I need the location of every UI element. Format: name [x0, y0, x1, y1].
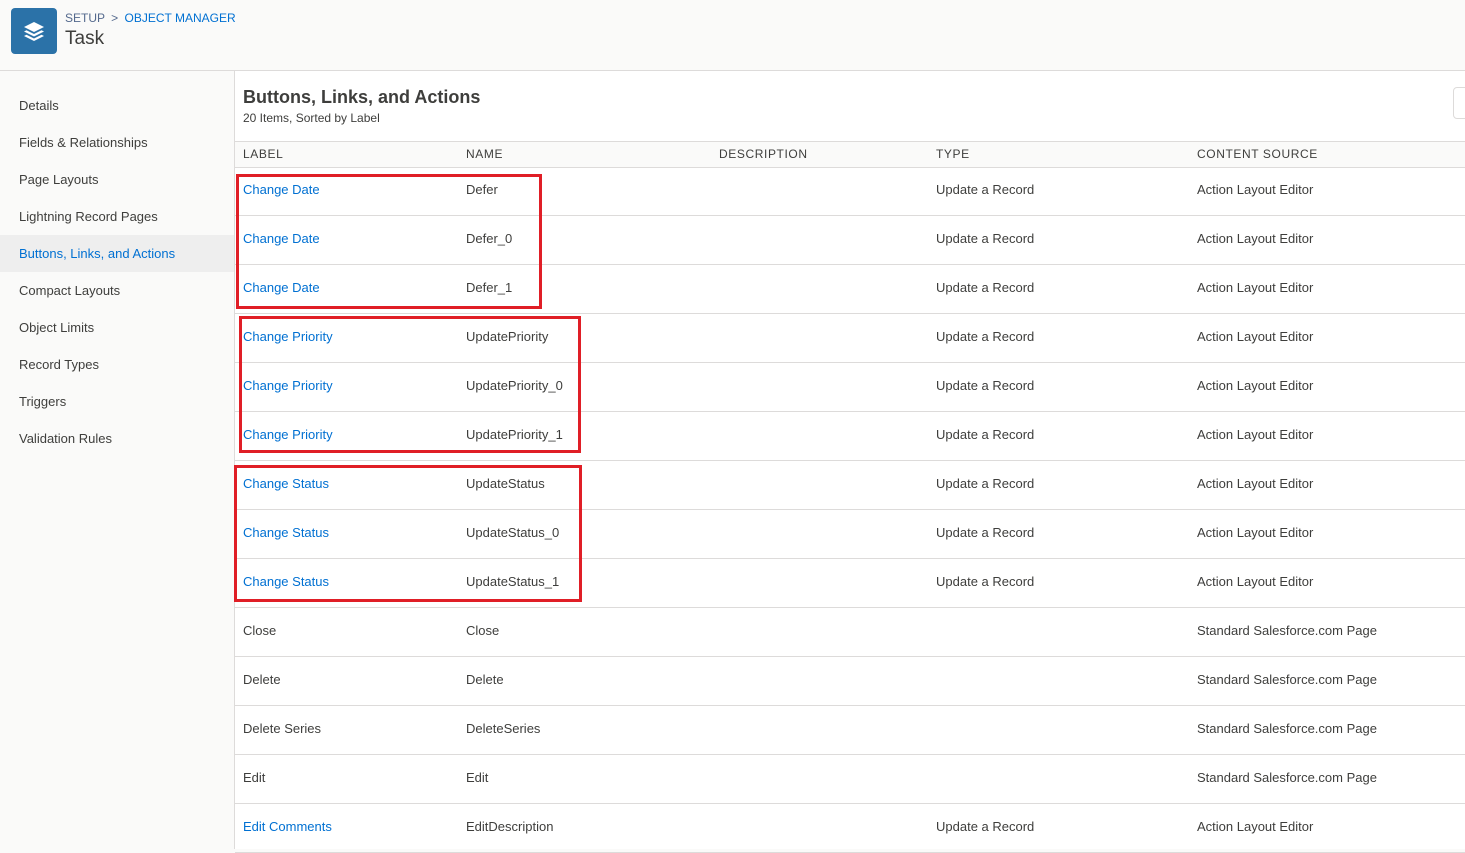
sidebar-item-object-limits[interactable]: Object Limits — [0, 309, 234, 346]
row-label-link[interactable]: Change Status — [243, 460, 329, 508]
row-cell-name: UpdatePriority — [466, 329, 549, 344]
sidebar-item-fields-relationships[interactable]: Fields & Relationships — [0, 124, 234, 161]
row-cell-source: Action Layout Editor — [1197, 574, 1314, 589]
row-cell-source: Action Layout Editor — [1197, 378, 1314, 393]
table-row: Close Close Standard Salesforce.com Page — [235, 607, 1465, 657]
row-cell-name: UpdateStatus_1 — [466, 574, 560, 589]
row-cell-source: Standard Salesforce.com Page — [1197, 623, 1377, 638]
sidebar-item-triggers[interactable]: Triggers — [0, 383, 234, 420]
sidebar-item-page-layouts[interactable]: Page Layouts — [0, 161, 234, 198]
sidebar-item-record-types[interactable]: Record Types — [0, 346, 234, 383]
row-cell-label: Delete — [243, 672, 281, 687]
row-cell-name: UpdatePriority_0 — [466, 378, 563, 393]
column-header-content-source[interactable]: CONTENT SOURCE — [1197, 142, 1318, 167]
row-cell-name: UpdateStatus_0 — [466, 525, 560, 540]
table-row: Change Status UpdateStatus_1 Update a Reco… — [235, 558, 1465, 608]
row-cell-name: Close — [466, 623, 500, 638]
main-content: Buttons, Links, and Actions 20 Items, So… — [234, 71, 1465, 853]
page-title: Task — [65, 28, 105, 49]
table-row: Change Date Defer_1 Update a Record Action … — [235, 264, 1465, 314]
row-cell-type: Update a Record — [936, 525, 1035, 540]
row-cell-type: Update a Record — [936, 280, 1035, 295]
row-cell-name: Defer_1 — [466, 280, 513, 295]
row-cell-type: Update a Record — [936, 378, 1035, 393]
row-cell-source: Action Layout Editor — [1197, 819, 1314, 834]
row-cell-source: Action Layout Editor — [1197, 182, 1314, 197]
row-cell-type: Update a Record — [936, 182, 1035, 197]
row-cell-name: EditDescription — [466, 819, 554, 834]
sidebar-item-validation-rules[interactable]: Validation Rules — [0, 420, 234, 457]
row-label-link[interactable]: Change Priority — [243, 313, 333, 361]
row-label-link[interactable]: Change Status — [243, 558, 329, 606]
breadcrumb-object-manager-link[interactable]: OBJECT MANAGER — [125, 11, 236, 25]
table-row: Delete Series DeleteSeries Standard Salesf… — [235, 705, 1465, 755]
layers-icon — [11, 8, 57, 54]
row-cell-type: Update a Record — [936, 574, 1035, 589]
row-cell-type: Update a Record — [936, 427, 1035, 442]
sidebar-item-details[interactable]: Details — [0, 87, 234, 124]
table-row: Change Priority UpdatePriority_0 Update a … — [235, 362, 1465, 412]
column-header-label[interactable]: LABEL — [243, 142, 283, 167]
row-cell-name: DeleteSeries — [466, 721, 541, 736]
row-cell-source: Standard Salesforce.com Page — [1197, 721, 1377, 736]
sidebar: Details Fields & Relationships Page Layout… — [0, 71, 235, 849]
row-cell-source: Action Layout Editor — [1197, 280, 1314, 295]
table-row: Change Status UpdateStatus_0 Update a Reco… — [235, 509, 1465, 559]
row-cell-source: Action Layout Editor — [1197, 476, 1314, 491]
row-cell-source: Standard Salesforce.com Page — [1197, 672, 1377, 687]
row-cell-label: Delete Series — [243, 721, 322, 736]
row-cell-name: Edit — [466, 770, 489, 785]
row-label-link[interactable]: Change Priority — [243, 362, 333, 410]
table-row: Change Priority UpdatePriority Update a Re… — [235, 313, 1465, 363]
row-cell-name: Defer_0 — [466, 231, 513, 246]
item-count: 20 Items, Sorted by Label — [243, 111, 380, 125]
quick-find-input[interactable] — [1453, 87, 1465, 119]
table-row: Edit Edit Standard Salesforce.com Page — [235, 754, 1465, 804]
row-cell-name: UpdatePriority_1 — [466, 427, 563, 442]
table-row: Change Status UpdateStatus Update a Record… — [235, 460, 1465, 510]
row-cell-type: Update a Record — [936, 819, 1035, 834]
row-label-link[interactable]: Edit Comments — [243, 803, 332, 851]
row-cell-type: Update a Record — [936, 231, 1035, 246]
breadcrumb: SETUP > OBJECT MANAGER — [65, 11, 236, 25]
page-header: SETUP > OBJECT MANAGER Task — [0, 0, 1465, 71]
table-row: Delete Delete Standard Salesforce.com Page — [235, 656, 1465, 706]
row-cell-label: Edit — [243, 770, 266, 785]
column-header-type[interactable]: TYPE — [936, 142, 970, 167]
row-cell-source: Action Layout Editor — [1197, 329, 1314, 344]
row-cell-source: Standard Salesforce.com Page — [1197, 770, 1377, 785]
table-header: LABEL NAME DESCRIPTION TYPE CONTENT SOUR… — [235, 141, 1465, 168]
row-cell-label: Close — [243, 623, 277, 638]
section-title: Buttons, Links, and Actions — [243, 87, 481, 107]
table-row: Change Date Defer_0 Update a Record Action … — [235, 215, 1465, 265]
row-label-link[interactable]: Change Date — [243, 215, 320, 263]
row-cell-name: UpdateStatus — [466, 476, 545, 491]
table-row: Change Priority UpdatePriority_1 Update a … — [235, 411, 1465, 461]
row-cell-type: Update a Record — [936, 329, 1035, 344]
row-cell-name: Defer — [466, 182, 498, 197]
column-header-name[interactable]: NAME — [466, 142, 503, 167]
row-cell-source: Action Layout Editor — [1197, 427, 1314, 442]
table-row: Change Date Defer Update a Record Action La… — [235, 166, 1465, 216]
breadcrumb-setup: SETUP — [65, 11, 105, 25]
row-label-link[interactable]: Change Status — [243, 509, 329, 557]
row-cell-source: Action Layout Editor — [1197, 525, 1314, 540]
row-label-link[interactable]: Change Date — [243, 264, 320, 312]
breadcrumb-separator: > — [111, 11, 119, 25]
column-header-description[interactable]: DESCRIPTION — [719, 142, 808, 167]
sidebar-item-compact-layouts[interactable]: Compact Layouts — [0, 272, 234, 309]
row-cell-source: Action Layout Editor — [1197, 231, 1314, 246]
row-cell-type: Update a Record — [936, 476, 1035, 491]
row-label-link[interactable]: Change Date — [243, 166, 320, 214]
row-label-link[interactable]: Change Priority — [243, 411, 333, 459]
row-cell-name: Delete — [466, 672, 504, 687]
table-row: Edit Comments EditDescription Update a Rec… — [235, 803, 1465, 853]
sidebar-item-buttons-links-and-actions[interactable]: Buttons, Links, and Actions — [0, 235, 234, 272]
sidebar-item-lightning-record-pages[interactable]: Lightning Record Pages — [0, 198, 234, 235]
